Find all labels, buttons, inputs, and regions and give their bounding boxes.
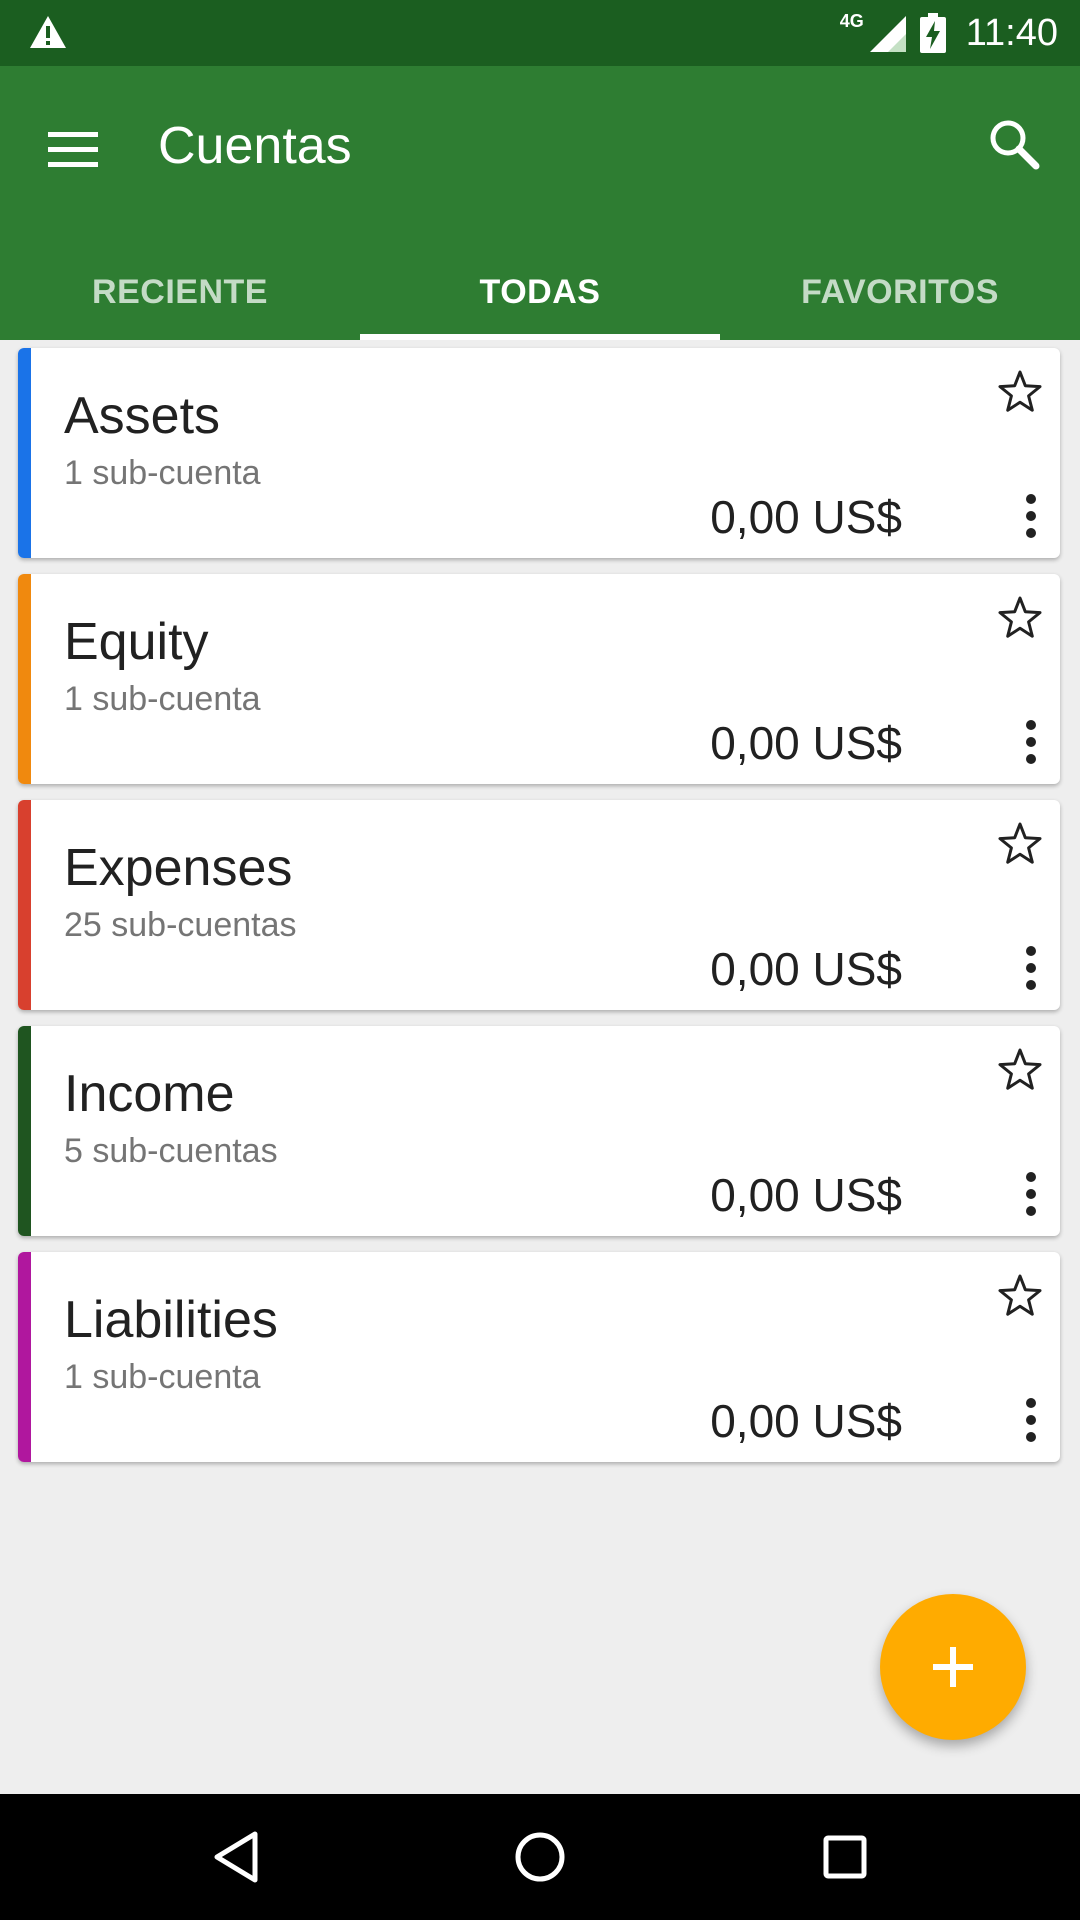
nav-back-button[interactable] [201, 1822, 271, 1892]
star-outline-icon[interactable] [994, 1270, 1046, 1322]
page-title: Cuentas [158, 117, 352, 175]
star-outline-icon[interactable] [994, 818, 1046, 870]
account-color-stripe [18, 800, 31, 1010]
account-subaccount-count: 5 sub-cuentas [64, 1132, 278, 1170]
account-name: Income [64, 1065, 235, 1123]
tab-reciente[interactable]: RECIENTE [0, 244, 360, 340]
nav-recents-button[interactable] [810, 1822, 880, 1892]
account-balance: 0,00 US$ [710, 1395, 902, 1447]
network-type: 4G [839, 10, 864, 31]
app-toolbar: Cuentas RECIENTE TODAS FAVORITOS [0, 66, 1080, 340]
account-color-stripe [18, 348, 31, 558]
account-name: Expenses [64, 839, 293, 897]
status-bar: 4G 11:40 [0, 0, 1080, 66]
battery-charging-icon [919, 13, 946, 53]
tab-bar: RECIENTE TODAS FAVORITOS [0, 244, 1080, 340]
account-color-stripe [18, 1252, 31, 1462]
star-outline-icon[interactable] [994, 592, 1046, 644]
system-nav-bar [0, 1794, 1080, 1920]
account-card-expenses[interactable]: Expenses 25 sub-cuentas 0,00 US$ [18, 800, 1060, 1010]
account-balance: 0,00 US$ [710, 943, 902, 995]
account-card-equity[interactable]: Equity 1 sub-cuenta 0,00 US$ [18, 574, 1060, 784]
account-name: Liabilities [64, 1291, 278, 1349]
back-icon [214, 1831, 258, 1883]
more-vert-icon[interactable] [1016, 940, 1046, 996]
home-icon [515, 1832, 565, 1882]
nav-home-button[interactable] [505, 1822, 575, 1892]
screen: 4G 11:40 Cuentas RECIENTE TODAS FAVORITO… [0, 0, 1080, 1920]
recents-icon [823, 1835, 867, 1879]
more-vert-icon[interactable] [1016, 1392, 1046, 1448]
tab-todas[interactable]: TODAS [360, 244, 720, 340]
plus-icon [933, 1647, 973, 1687]
account-name: Assets [64, 387, 221, 445]
account-balance: 0,00 US$ [710, 491, 902, 543]
search-icon[interactable] [980, 110, 1050, 180]
signal-icon [869, 16, 906, 52]
account-balance: 0,00 US$ [710, 1169, 902, 1221]
account-color-stripe [18, 574, 31, 784]
hamburger-menu-icon[interactable] [40, 118, 100, 178]
more-vert-icon[interactable] [1016, 714, 1046, 770]
star-outline-icon[interactable] [994, 366, 1046, 418]
account-card-income[interactable]: Income 5 sub-cuentas 0,00 US$ [18, 1026, 1060, 1236]
more-vert-icon[interactable] [1016, 1166, 1046, 1222]
account-subaccount-count: 25 sub-cuentas [64, 906, 297, 944]
account-name: Equity [64, 613, 209, 671]
account-subaccount-count: 1 sub-cuenta [64, 680, 261, 718]
account-card-liabilities[interactable]: Liabilities 1 sub-cuenta 0,00 US$ [18, 1252, 1060, 1462]
add-account-button[interactable] [880, 1594, 1026, 1740]
account-color-stripe [18, 1026, 31, 1236]
status-indicators: 4G 11:40 [830, 0, 1058, 66]
tab-favoritos[interactable]: FAVORITOS [720, 244, 1080, 340]
warning-icon [30, 16, 66, 48]
account-subaccount-count: 1 sub-cuenta [64, 454, 261, 492]
more-vert-icon[interactable] [1016, 488, 1046, 544]
account-subaccount-count: 1 sub-cuenta [64, 1358, 261, 1396]
account-card-assets[interactable]: Assets 1 sub-cuenta 0,00 US$ [18, 348, 1060, 558]
account-balance: 0,00 US$ [710, 717, 902, 769]
status-time: 11:40 [965, 11, 1058, 54]
star-outline-icon[interactable] [994, 1044, 1046, 1096]
